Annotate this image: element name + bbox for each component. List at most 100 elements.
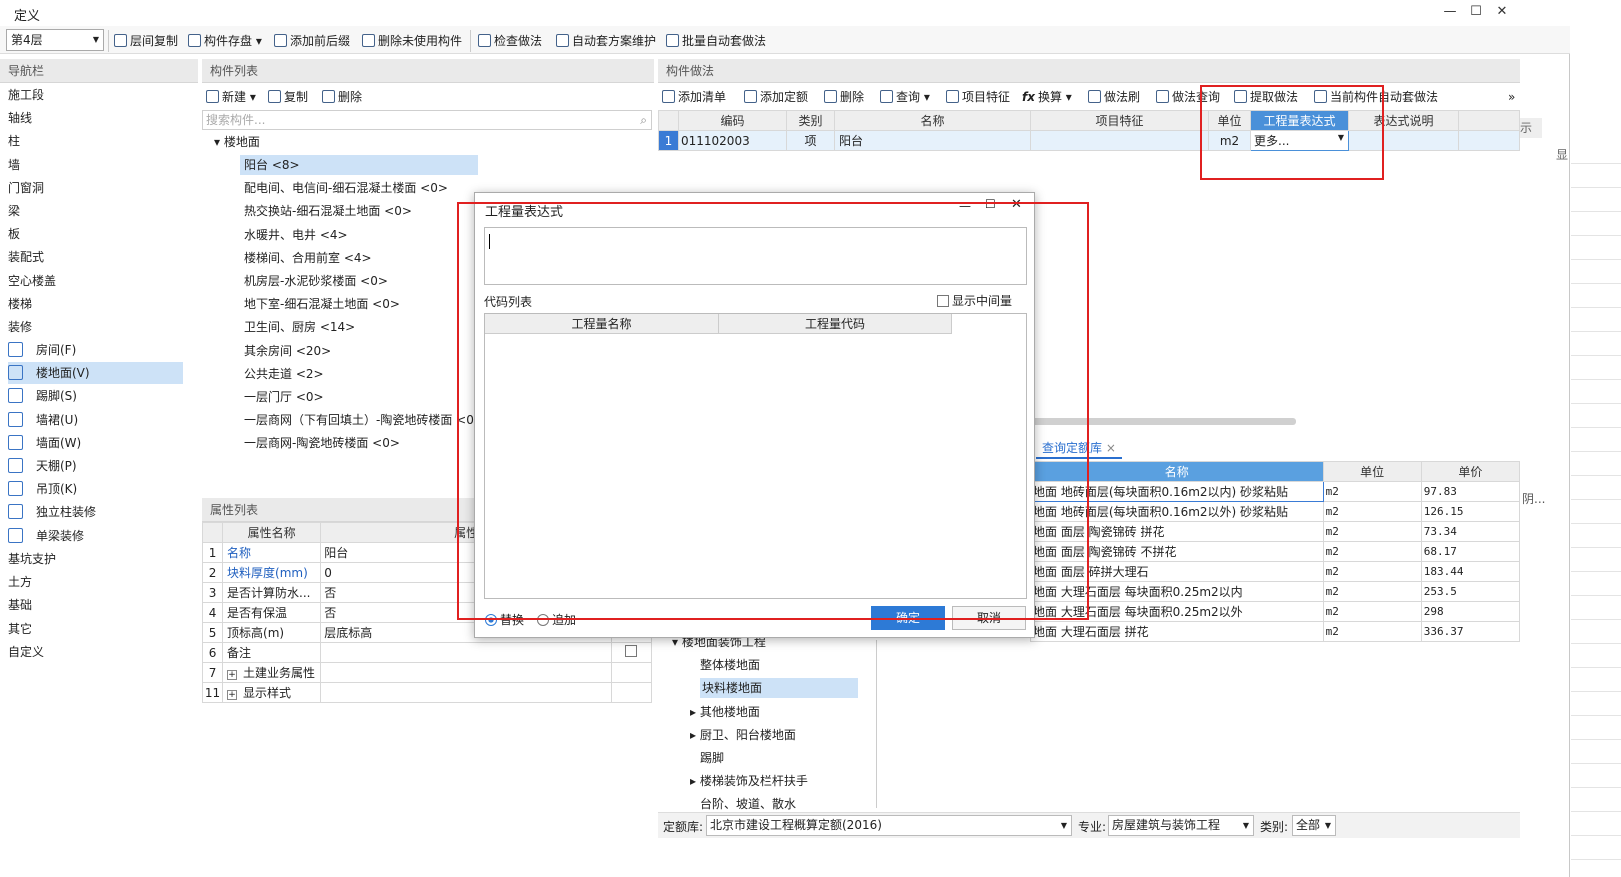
prop-value[interactable] — [320, 642, 612, 663]
nav-item[interactable]: 空心楼盖 — [8, 272, 56, 290]
quota-row[interactable]: 地面 面层 陶瓷锦砖 不拼花 m2 68.17 — [1030, 541, 1521, 562]
nav-item[interactable]: 轴线 — [8, 109, 32, 127]
checkbox-icon[interactable] — [625, 645, 638, 657]
add-quota-button[interactable]: 添加定额 — [744, 88, 808, 106]
prop-row[interactable]: 11 + 显示样式 — [201, 682, 653, 703]
quota-tree-item[interactable]: ▸ 其他楼地面 — [690, 702, 760, 722]
nav-sub-item[interactable]: 天棚(P) — [8, 455, 183, 477]
delete-button[interactable]: 删除 — [322, 88, 362, 106]
quota-row[interactable]: 地面 大理石面层 每块面积0.25m2以外 m2 298 — [1030, 601, 1521, 622]
floor-copy-button[interactable]: 层间复制 — [114, 32, 178, 50]
nav-item[interactable]: 基坑支护 — [8, 550, 56, 568]
quota-tree-item[interactable]: 块料楼地面 — [700, 678, 858, 699]
component-item[interactable]: 其余房间 <20> — [240, 341, 331, 361]
quota-tree-item[interactable]: 整体楼地面 — [700, 655, 760, 675]
prop-check[interactable] — [610, 682, 653, 703]
quota-row[interactable]: 地面 大理石面层 拼花 m2 336.37 — [1030, 621, 1521, 642]
nav-sub-item[interactable]: 房间(F) — [8, 339, 183, 361]
nav-sub-item[interactable]: 楼地面(V) — [8, 362, 183, 385]
component-search-input[interactable]: 搜索构件... ⌕ — [202, 110, 652, 130]
nav-item[interactable]: 门窗洞 — [8, 179, 44, 197]
prop-row[interactable]: 7 + 土建业务属性 — [201, 662, 653, 683]
nav-sub-item[interactable]: 墙裙(U) — [8, 409, 183, 431]
save-component-button[interactable]: 构件存盘 ▾ — [188, 32, 262, 50]
copy-button[interactable]: 复制 — [268, 88, 308, 106]
nav-sub-icon — [8, 342, 23, 357]
nav-item[interactable]: 装配式 — [8, 248, 44, 266]
prop-value[interactable] — [320, 662, 612, 683]
component-item[interactable]: 配电间、电信间-细石混凝土楼面 <0> — [240, 178, 448, 198]
add-list-button[interactable]: 添加清单 — [662, 88, 726, 106]
category-select[interactable]: 全部 ▼ — [1292, 815, 1336, 836]
nav-item[interactable]: 墙 — [8, 156, 20, 174]
nav-item[interactable]: 基础 — [8, 596, 32, 614]
expand-icon[interactable]: + — [227, 690, 238, 700]
nav-sub-item[interactable]: 吊顶(K) — [8, 478, 183, 500]
maximize-icon[interactable]: ☐ — [1466, 4, 1486, 22]
add-prefix-button[interactable]: 添加前后缀 — [274, 32, 350, 50]
tree-root[interactable]: ▾ 楼地面 — [214, 132, 260, 152]
method-delete-button[interactable]: 删除 — [824, 88, 864, 106]
prop-index: 5 — [201, 622, 224, 643]
component-item[interactable]: 阳台 <8> — [240, 155, 478, 175]
component-item[interactable]: 地下室-细石混凝土地面 <0> — [240, 294, 400, 314]
quota-lib-select[interactable]: 北京市建设工程概算定额(2016) ▼ — [706, 815, 1072, 836]
nav-sub-item[interactable]: 单梁装修 — [8, 525, 183, 547]
query-button[interactable]: 查询 ▾ — [880, 88, 930, 106]
feature-button[interactable]: 项目特征 — [946, 88, 1010, 106]
quota-unit: m2 — [1322, 481, 1422, 502]
component-item[interactable]: 热交换站-细石混凝土地面 <0> — [240, 201, 412, 221]
nav-item[interactable]: 自定义 — [8, 643, 44, 661]
nav-item[interactable]: 柱 — [8, 132, 20, 150]
close-icon[interactable]: ✕ — [1492, 4, 1512, 22]
nav-item[interactable]: 楼梯 — [8, 295, 32, 313]
nav-sub-icon — [8, 458, 23, 473]
method-brush-button[interactable]: 做法刷 — [1088, 88, 1140, 106]
nav-sub-item[interactable]: 墙面(W) — [8, 432, 183, 454]
prop-check[interactable] — [610, 662, 653, 683]
component-item[interactable]: 楼梯间、合用前室 <4> — [240, 248, 372, 268]
minimize-icon[interactable]: — — [1440, 4, 1460, 22]
batch-auto-button[interactable]: 批量自动套做法 — [666, 32, 766, 50]
quota-row[interactable]: 地面 地砖面层(每块面积0.16m2以内) 砂浆粘贴 m2 97.83 — [1030, 481, 1521, 502]
nav-item[interactable]: 梁 — [8, 202, 20, 220]
component-item[interactable]: 公共走道 <2> — [240, 364, 324, 384]
auto-scheme-button[interactable]: 自动套方案维护 — [556, 32, 656, 50]
component-item[interactable]: 机房层-水泥砂浆楼面 <0> — [240, 271, 388, 291]
nav-sub-item[interactable]: 踢脚(S) — [8, 385, 183, 407]
prop-value[interactable] — [320, 682, 612, 703]
convert-button[interactable]: fx 换算 ▾ — [1022, 88, 1072, 106]
prop-row[interactable]: 6 备注 — [201, 642, 653, 663]
quota-tree-item[interactable]: ▸ 厨卫、阳台楼地面 — [690, 725, 796, 745]
delete-unused-button[interactable]: 删除未使用构件 — [362, 32, 462, 50]
prop-name: + 土建业务属性 — [222, 662, 322, 683]
more-arrow-icon[interactable]: » — [1508, 88, 1515, 106]
expand-icon[interactable]: + — [227, 670, 238, 680]
nav-sub-item[interactable]: 独立柱装修 — [8, 501, 183, 523]
prop-check[interactable] — [610, 642, 653, 663]
quota-row[interactable]: 地面 大理石面层 每块面积0.25m2以内 m2 253.5 — [1030, 581, 1521, 602]
new-button[interactable]: 新建 ▾ — [206, 88, 256, 106]
floor-select[interactable]: 第4层 ▼ — [6, 29, 104, 51]
quota-tree-item[interactable]: 踢脚 — [700, 748, 724, 768]
component-item[interactable]: 一层商网-陶瓷地砖楼面 <0> — [240, 433, 400, 453]
nav-item[interactable]: 土方 — [8, 573, 32, 591]
nav-sub-label: 独立柱装修 — [36, 505, 97, 520]
title-bar: 定义 — ☐ ✕ — [0, 0, 1570, 26]
component-item[interactable]: 一层门厅 <0> — [240, 387, 324, 407]
nav-item[interactable]: 板 — [8, 225, 20, 243]
quota-row[interactable]: 地面 面层 陶瓷锦砖 拼花 m2 73.34 — [1030, 521, 1521, 542]
component-item[interactable]: 卫生间、厨房 <14> — [240, 317, 355, 337]
close-tab-icon[interactable]: × — [1106, 441, 1116, 455]
check-method-button[interactable]: 检查做法 — [478, 32, 542, 50]
specialty-select[interactable]: 房屋建筑与装饰工程 ▼ — [1108, 815, 1254, 836]
component-item[interactable]: 一层商网（下有回填土）-陶瓷地砖楼面 <0> — [240, 410, 484, 430]
nav-item[interactable]: 其它 — [8, 620, 32, 638]
quota-row[interactable]: 地面 地砖面层(每块面积0.16m2以外) 砂浆粘贴 m2 126.15 — [1030, 501, 1521, 522]
component-item[interactable]: 水暖井、电井 <4> — [240, 225, 348, 245]
nav-item[interactable]: 施工段 — [8, 86, 44, 104]
quota-tree-item[interactable]: ▸ 楼梯装饰及栏杆扶手 — [690, 771, 808, 791]
nav-item[interactable]: 装修 — [8, 318, 32, 336]
method-row[interactable]: 1 011102003 项 阳台 m2 更多... ▼ — [658, 130, 1520, 151]
quota-row[interactable]: 地面 面层 碎拼大理石 m2 183.44 — [1030, 561, 1521, 582]
